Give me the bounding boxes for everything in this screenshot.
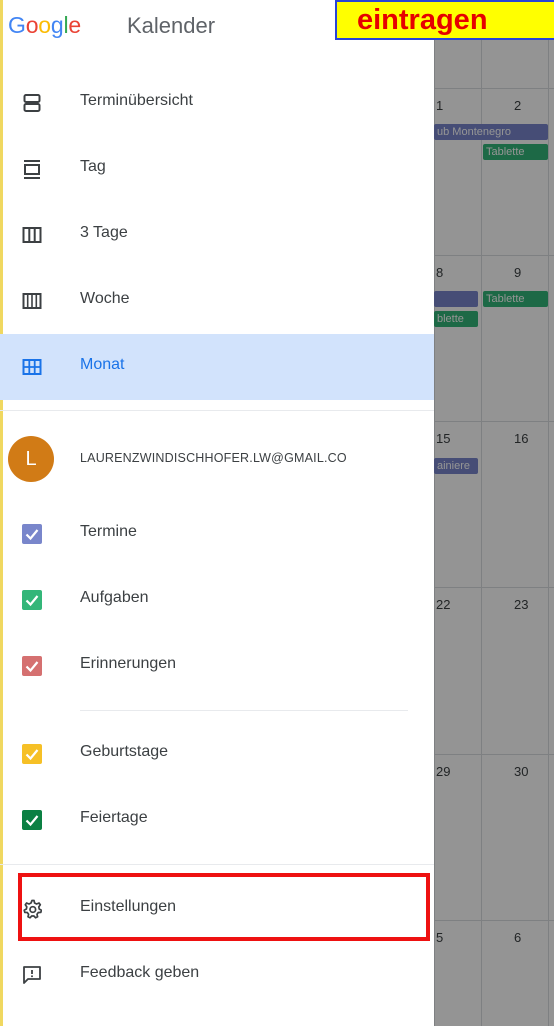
- calendar-label: Erinnerungen: [80, 655, 177, 672]
- calendar-toggle-geburtstage[interactable]: Geburtstage: [0, 720, 434, 786]
- month-view-icon: [22, 359, 42, 375]
- nav-item-schedule[interactable]: Terminübersicht: [0, 70, 434, 136]
- avatar[interactable]: L: [8, 436, 54, 482]
- section-divider: [80, 710, 408, 711]
- nav-item-label: 3 Tage: [80, 224, 128, 241]
- settings-highlight-box: [18, 873, 430, 941]
- three-day-view-icon: [22, 227, 42, 243]
- calendar-toggle-termine[interactable]: Termine: [0, 500, 434, 566]
- section-divider: [0, 864, 434, 865]
- nav-item-label: Monat: [80, 356, 125, 373]
- checkbox-icon[interactable]: [22, 656, 42, 676]
- calendar-toggle-erinnerungen[interactable]: Erinnerungen: [0, 632, 434, 698]
- week-view-icon: [22, 293, 42, 309]
- calendar-label: Termine: [80, 523, 137, 540]
- navigation-drawer: Google Kalender Terminübersicht Tag 3 Ta…: [0, 0, 434, 1026]
- calendar-label: Aufgaben: [80, 589, 149, 606]
- checkbox-icon[interactable]: [22, 810, 42, 830]
- annotation-banner: eintragen: [335, 0, 554, 40]
- day-view-icon: [24, 160, 40, 179]
- nav-item-label: Terminübersicht: [80, 92, 193, 109]
- feedback-label: Feedback geben: [80, 964, 200, 981]
- nav-item-day[interactable]: Tag: [0, 136, 434, 202]
- calendar-toggle-feiertage[interactable]: Feiertage: [0, 786, 434, 852]
- checkbox-icon[interactable]: [22, 590, 42, 610]
- checkbox-icon[interactable]: [22, 744, 42, 764]
- section-divider: [0, 410, 434, 411]
- checkbox-icon[interactable]: [22, 524, 42, 544]
- schedule-view-icon: [23, 94, 41, 112]
- app-name: Kalender: [127, 13, 216, 38]
- calendar-label: Geburtstage: [80, 743, 169, 760]
- calendar-label: Feiertage: [80, 809, 148, 826]
- calendar-toggle-aufgaben[interactable]: Aufgaben: [0, 566, 434, 632]
- nav-item-three-day[interactable]: 3 Tage: [0, 202, 434, 268]
- google-logo: Google: [8, 12, 81, 38]
- nav-item-label: Tag: [80, 158, 106, 175]
- feedback-item[interactable]: Feedback geben: [0, 942, 434, 1008]
- nav-item-label: Woche: [80, 290, 130, 307]
- account-email: LAURENZWINDISCHHOFER.LW@GMAIL.CO: [80, 451, 347, 465]
- nav-item-week[interactable]: Woche: [0, 268, 434, 334]
- nav-item-month[interactable]: Monat: [0, 334, 434, 400]
- feedback-icon: [23, 966, 41, 984]
